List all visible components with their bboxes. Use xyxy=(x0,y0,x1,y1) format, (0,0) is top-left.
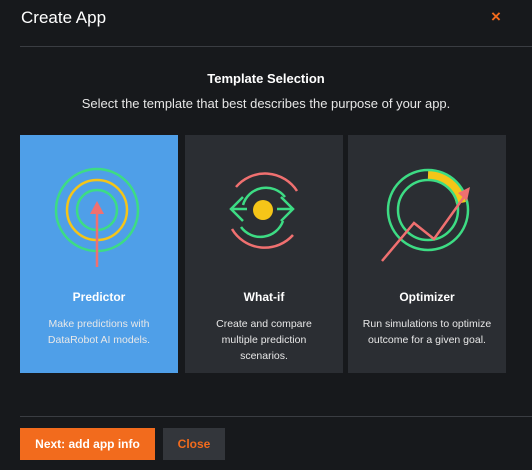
predictor-target-icon xyxy=(54,167,140,267)
header-divider xyxy=(20,46,532,47)
card-description: Create and compare multiple prediction s… xyxy=(216,318,312,362)
template-card-what-if[interactable]: What-if Create and compare multiple pred… xyxy=(185,135,343,373)
section-heading: Template Selection xyxy=(207,71,325,86)
card-title: Predictor xyxy=(72,290,126,304)
what-if-cycle-icon xyxy=(229,172,299,249)
dialog-title: Create App xyxy=(21,8,107,27)
card-description: Make predictions with DataRobot AI model… xyxy=(47,318,151,346)
next-add-app-info-button[interactable]: Next: add app info xyxy=(20,428,155,460)
card-description: Run simulations to optimize outcome for … xyxy=(362,318,492,346)
close-button[interactable]: Close xyxy=(163,428,225,460)
optimizer-gauge-icon xyxy=(381,168,470,262)
template-card-predictor[interactable]: Predictor Make predictions with DataRobo… xyxy=(20,135,178,373)
footer-divider xyxy=(20,416,532,417)
card-title: What-if xyxy=(243,290,285,304)
card-title: Optimizer xyxy=(399,290,455,304)
create-app-dialog: Create App × Template Selection Select t… xyxy=(0,0,532,470)
close-icon[interactable]: × xyxy=(489,8,503,25)
template-card-optimizer[interactable]: Optimizer Run simulations to optimize ou… xyxy=(348,135,506,373)
section-subheading: Select the template that best describes … xyxy=(81,96,451,111)
